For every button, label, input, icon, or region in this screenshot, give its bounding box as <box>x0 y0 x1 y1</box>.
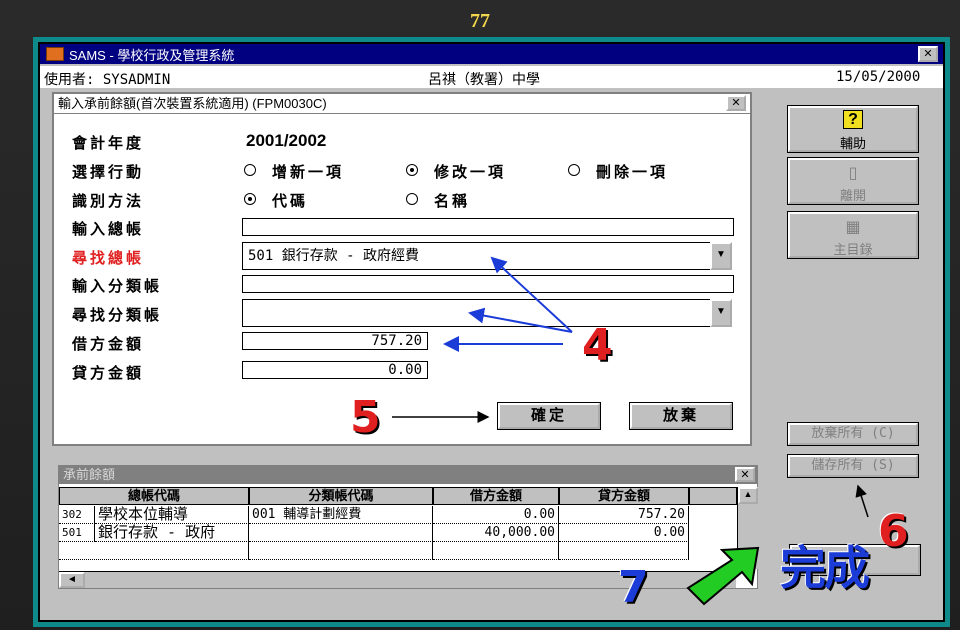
find-sub-dropdown-button[interactable]: ▼ <box>710 299 732 327</box>
app-title-bar: SAMS - 學校行政及管理系統 <box>40 44 943 64</box>
grid-header-credit[interactable]: 貸方金額 <box>559 487 689 505</box>
radio-modify[interactable] <box>406 164 418 176</box>
main-menu-button[interactable]: ▦ 主目錄 <box>787 211 919 259</box>
fox-logo-icon <box>46 47 64 61</box>
action-label: 選擇行動 <box>72 164 145 181</box>
exit-button-label: 離開 <box>839 188 866 203</box>
grid-header-debit[interactable]: 借方金額 <box>433 487 559 505</box>
grid-cell-empty <box>559 542 689 560</box>
user-label: 使用者: SYSADMIN <box>44 72 171 88</box>
annotation-4: 4 <box>582 320 613 371</box>
main-menu-button-label: 主目錄 <box>833 242 873 257</box>
radio-delete[interactable] <box>568 164 580 176</box>
radio-name[interactable] <box>406 193 418 205</box>
find-gl-dropdown-button[interactable]: ▼ <box>710 242 732 270</box>
app-close-button[interactable]: ✕ <box>918 46 938 62</box>
grid-cell-code: 501 <box>59 524 95 542</box>
exit-button[interactable]: ▯ 離開 <box>787 157 919 205</box>
debit-label: 借方金額 <box>72 336 145 353</box>
help-button-label: 輔助 <box>839 136 866 151</box>
app-info-bar: 使用者: SYSADMIN 呂祺（教署）中學 15/05/2000 <box>40 66 943 88</box>
balance-dialog: 輸入承前餘額(首次裝置系統適用) (FPM0030C) ✕ 會計年度 2001/… <box>52 92 752 446</box>
discard-all-button[interactable]: 放棄所有 (C) <box>787 422 919 446</box>
slide-number: 77 <box>470 10 490 32</box>
grid-cell-debit: 40,000.00 <box>433 524 559 542</box>
done-annotation: 完成 <box>780 541 870 595</box>
grid-header-blank <box>689 487 737 505</box>
grid-cell-credit: 757.20 <box>559 506 689 524</box>
grid-header-sub[interactable]: 分類帳代碼 <box>249 487 433 505</box>
grid-cell-gl: 銀行存款 - 政府 <box>95 524 249 542</box>
grid-header-gl[interactable]: 總帳代碼 <box>59 487 249 505</box>
help-button[interactable]: ? 輔助 <box>787 105 919 153</box>
scroll-left-icon[interactable]: ◄ <box>59 572 85 588</box>
debit-field[interactable]: 757.20 <box>242 332 428 350</box>
grid-close-button[interactable]: ✕ <box>735 467 755 482</box>
grid-cell-gl: 學校本位輔導 <box>95 506 249 524</box>
input-sub-label: 輸入分類帳 <box>72 278 163 295</box>
chevron-down-icon: ▼ <box>716 249 726 260</box>
school-name: 呂祺（教署）中學 <box>428 72 540 88</box>
grid-vertical-scrollbar[interactable]: ▲ <box>737 487 758 569</box>
dialog-title: 輸入承前餘額(首次裝置系統適用) (FPM0030C) <box>54 94 750 114</box>
input-sub-field[interactable] <box>242 275 734 293</box>
radio-delete-label: 刪除一項 <box>596 164 669 181</box>
date-display: 15/05/2000 <box>836 69 921 85</box>
grid-cell-empty <box>59 542 249 560</box>
grid-cell-sub <box>249 524 433 542</box>
fiscal-year-label: 會計年度 <box>72 135 145 152</box>
grid-title: 承前餘額 <box>59 466 757 484</box>
cancel-button[interactable]: 放棄 <box>629 402 733 430</box>
grid-cell-empty <box>249 542 433 560</box>
find-gl-label: 尋找總帳 <box>72 250 145 267</box>
credit-label: 貸方金額 <box>72 365 145 382</box>
radio-add-label: 增新一項 <box>272 164 345 181</box>
app-title: SAMS - 學校行政及管理系統 <box>69 47 235 63</box>
radio-name-label: 名稱 <box>434 193 471 210</box>
identify-label: 識別方法 <box>72 193 145 210</box>
balance-grid-window: 承前餘額 ✕ 總帳代碼 分類帳代碼 借方金額 貸方金額 302 學校本位輔導 0… <box>58 465 758 589</box>
credit-field[interactable]: 0.00 <box>242 361 428 379</box>
input-gl-label: 輸入總帳 <box>72 221 145 238</box>
fiscal-year-value: 2001/2002 <box>246 131 327 150</box>
scroll-up-icon[interactable]: ▲ <box>738 487 758 504</box>
menu-grid-icon: ▦ <box>845 219 861 236</box>
grid-cell-code: 302 <box>59 506 95 524</box>
find-gl-combo[interactable]: 501 銀行存款 - 政府經費 <box>242 242 712 270</box>
exit-door-icon: ▯ <box>848 165 858 182</box>
input-gl-field[interactable] <box>242 218 734 236</box>
chevron-down-icon: ▼ <box>716 306 726 317</box>
grid-cell-credit: 0.00 <box>559 524 689 542</box>
find-sub-combo[interactable] <box>242 299 712 327</box>
radio-code[interactable] <box>244 193 256 205</box>
radio-code-label: 代碼 <box>272 193 309 210</box>
annotation-5: 5 <box>350 392 381 443</box>
find-sub-label: 尋找分類帳 <box>72 307 163 324</box>
grid-cell-empty <box>433 542 559 560</box>
save-all-button[interactable]: 儲存所有 (S) <box>787 454 919 478</box>
dialog-close-button[interactable]: ✕ <box>726 95 746 111</box>
grid-cell-debit: 0.00 <box>433 506 559 524</box>
annotation-6: 6 <box>878 506 909 557</box>
radio-add[interactable] <box>244 164 256 176</box>
radio-modify-label: 修改一項 <box>434 164 507 181</box>
grid-cell-sub: 001 輔導計劃經費 <box>249 506 433 524</box>
confirm-button[interactable]: 確定 <box>497 402 601 430</box>
help-question-icon: ? <box>790 110 916 133</box>
annotation-7: 7 <box>618 562 649 613</box>
